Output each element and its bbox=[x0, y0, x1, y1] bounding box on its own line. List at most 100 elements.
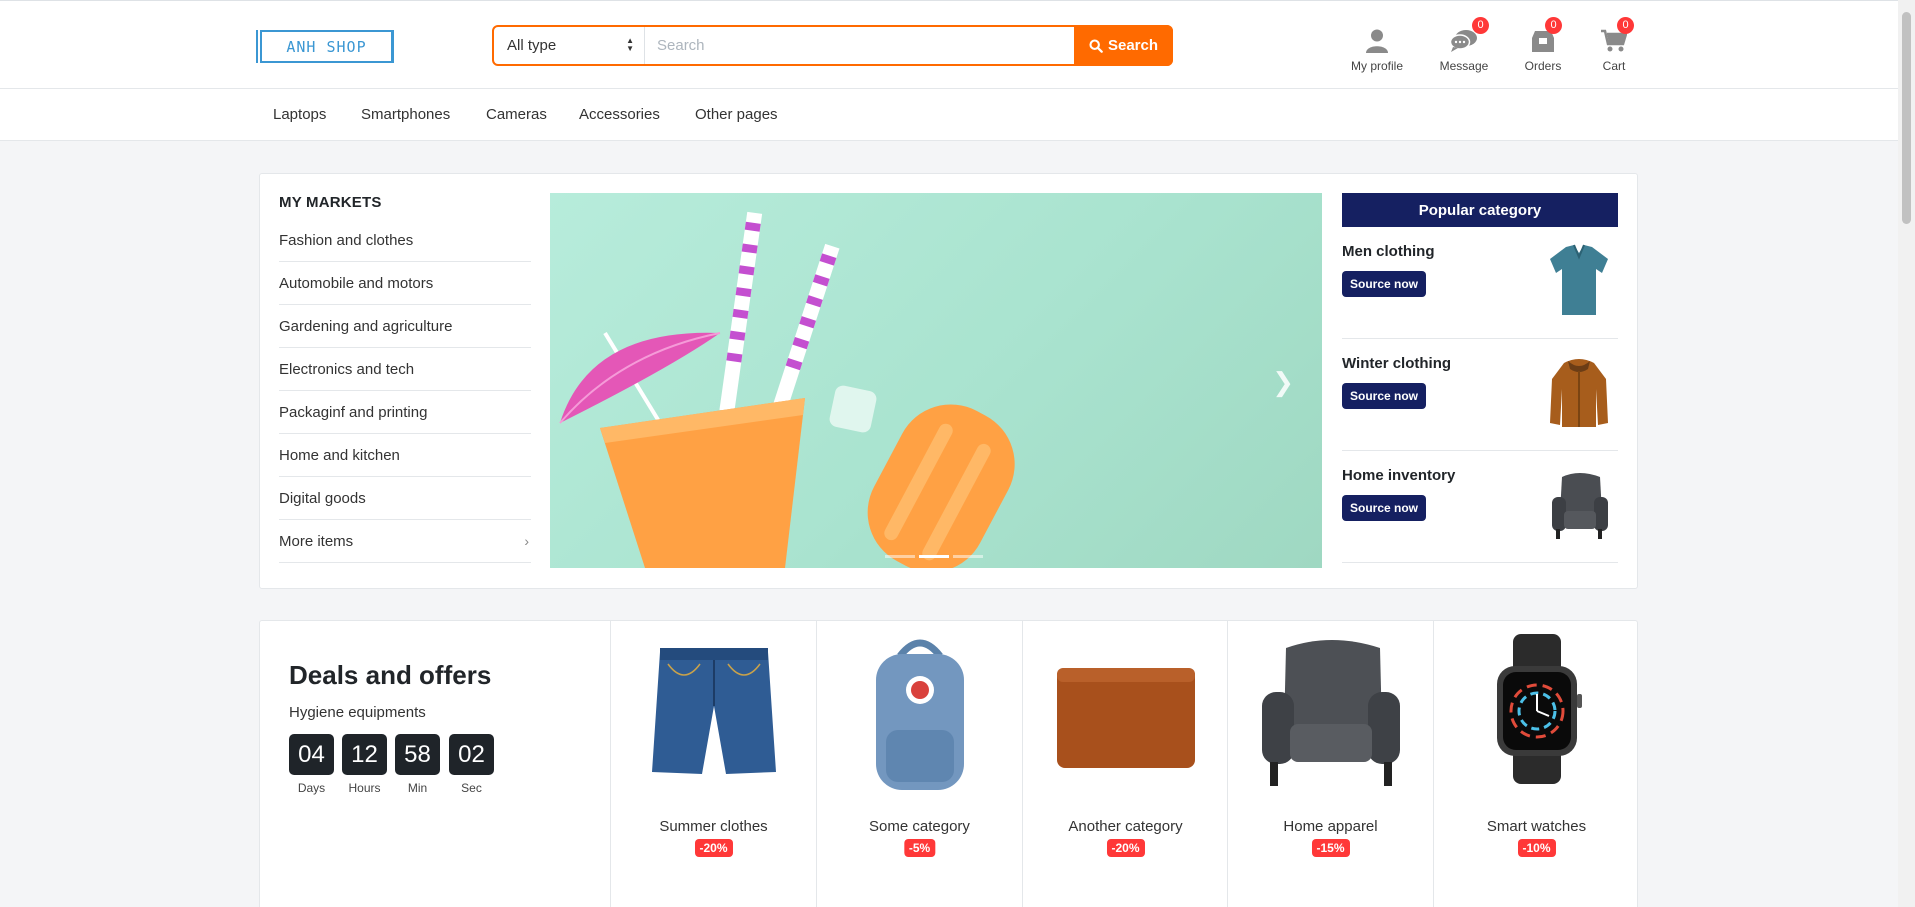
message-label: Message bbox=[1439, 59, 1489, 73]
main-nav: Laptops Smartphones Cameras Accessories … bbox=[0, 89, 1898, 141]
carousel-next-icon[interactable]: ❯ bbox=[1272, 367, 1294, 398]
message-badge: 0 bbox=[1472, 17, 1489, 34]
discount-badge: -15% bbox=[1311, 839, 1350, 857]
page-scrollbar[interactable] bbox=[1898, 0, 1915, 907]
cart-label: Cart bbox=[1602, 59, 1626, 73]
orders-label: Orders bbox=[1524, 59, 1562, 73]
markets-title: MY MARKETS bbox=[279, 194, 382, 211]
market-item-label: Automobile and motors bbox=[279, 274, 434, 292]
search-button[interactable]: Search bbox=[1074, 25, 1173, 66]
shorts-image bbox=[651, 648, 776, 774]
nav-smartphones[interactable]: Smartphones bbox=[361, 106, 450, 123]
deal-product-summer-clothes[interactable]: Summer clothes -20% bbox=[610, 620, 816, 907]
discount-badge: -20% bbox=[694, 839, 733, 857]
market-item-label: Digital goods bbox=[279, 489, 366, 507]
popular-item-name: Home inventory bbox=[1342, 467, 1456, 484]
deals-title: Deals and offers bbox=[289, 660, 492, 690]
market-item[interactable]: Electronics and tech bbox=[279, 348, 531, 391]
type-select[interactable]: All type ▲ ▼ bbox=[494, 27, 645, 64]
chevron-right-icon: › bbox=[524, 533, 529, 549]
orders-link[interactable]: 0 Orders bbox=[1508, 17, 1578, 73]
cart-link[interactable]: 0 Cart bbox=[1579, 17, 1649, 73]
hero-banner[interactable]: ❯ bbox=[550, 193, 1322, 568]
user-icon bbox=[1366, 29, 1388, 53]
market-item[interactable]: Digital goods bbox=[279, 477, 531, 520]
market-item-label: Fashion and clothes bbox=[279, 231, 414, 249]
market-item-label: Electronics and tech bbox=[279, 360, 415, 378]
product-name: Summer clothes bbox=[659, 818, 768, 835]
market-item-label: Gardening and agriculture bbox=[279, 317, 453, 335]
type-select-value: All type bbox=[507, 37, 557, 54]
discount-badge: -5% bbox=[903, 839, 936, 857]
smartwatch-image bbox=[1496, 634, 1582, 784]
popular-item-winter-clothing: Winter clothing Source now bbox=[1342, 339, 1618, 451]
nav-laptops[interactable]: Laptops bbox=[273, 106, 326, 123]
backpack-image bbox=[875, 639, 964, 790]
countdown-value: 58 bbox=[395, 734, 440, 775]
carousel-dot[interactable] bbox=[953, 555, 983, 558]
select-arrows-icon: ▲ ▼ bbox=[626, 36, 634, 53]
nav-cameras[interactable]: Cameras bbox=[486, 106, 547, 123]
deal-product-some-category[interactable]: Some category -5% bbox=[816, 620, 1022, 907]
market-item-more[interactable]: More items › bbox=[279, 520, 531, 563]
carousel-indicators bbox=[885, 555, 983, 558]
countdown-unit: Sec bbox=[461, 781, 482, 795]
scrollbar-thumb[interactable] bbox=[1902, 12, 1911, 224]
orders-badge: 0 bbox=[1545, 17, 1562, 34]
carousel-dot-active[interactable] bbox=[919, 555, 949, 558]
product-name: Another category bbox=[1068, 818, 1183, 835]
market-item[interactable]: Fashion and clothes bbox=[279, 219, 531, 262]
armchair-image bbox=[1552, 473, 1608, 539]
countdown-value: 02 bbox=[449, 734, 494, 775]
logo-text: ANH SHOP bbox=[286, 37, 367, 56]
countdown-value: 04 bbox=[289, 734, 334, 775]
product-name: Smart watches bbox=[1486, 818, 1587, 835]
search-button-label: Search bbox=[1107, 37, 1159, 54]
market-item-label: Home and kitchen bbox=[279, 446, 400, 464]
jacket-image bbox=[1550, 359, 1608, 427]
popular-item-men-clothing: Men clothing Source now bbox=[1342, 227, 1618, 339]
popular-item-name: Men clothing bbox=[1342, 243, 1435, 260]
deal-product-smart-watches[interactable]: Smart watches -10% bbox=[1433, 620, 1639, 907]
carousel-dot[interactable] bbox=[885, 555, 915, 558]
market-item[interactable]: Home and kitchen bbox=[279, 434, 531, 477]
deal-product-home-apparel[interactable]: Home apparel -15% bbox=[1227, 620, 1433, 907]
countdown-unit: Hours bbox=[348, 781, 381, 795]
banner-image bbox=[559, 211, 1015, 568]
search-bar: All type ▲ ▼ Search bbox=[492, 25, 1173, 66]
market-item-label: More items bbox=[279, 532, 354, 550]
message-icon bbox=[1450, 30, 1477, 52]
discount-badge: -10% bbox=[1517, 839, 1556, 857]
popular-category-title: Popular category bbox=[1342, 193, 1618, 227]
search-icon bbox=[1089, 38, 1103, 53]
deals-subtitle: Hygiene equipments bbox=[289, 704, 426, 721]
market-item[interactable]: Gardening and agriculture bbox=[279, 305, 531, 348]
countdown-unit: Min bbox=[407, 781, 428, 795]
search-input[interactable] bbox=[645, 27, 1074, 64]
discount-badge: -20% bbox=[1106, 839, 1145, 857]
my-profile-link[interactable]: My profile bbox=[1342, 27, 1412, 73]
armchair-image bbox=[1261, 640, 1400, 786]
source-now-button[interactable]: Source now bbox=[1342, 271, 1427, 297]
leather-sleeve-image bbox=[1056, 668, 1195, 768]
source-now-button[interactable]: Source now bbox=[1342, 383, 1427, 409]
logo[interactable]: ANH SHOP bbox=[256, 30, 394, 63]
countdown-value: 12 bbox=[342, 734, 387, 775]
nav-other-pages[interactable]: Other pages bbox=[695, 106, 778, 123]
countdown-unit: Days bbox=[297, 781, 326, 795]
deal-product-another-category[interactable]: Another category -20% bbox=[1022, 620, 1228, 907]
countdown-min: 58 Min bbox=[395, 734, 440, 795]
my-profile-label: My profile bbox=[1350, 59, 1403, 73]
popular-item-home-inventory: Home inventory Source now bbox=[1342, 451, 1618, 563]
source-now-button[interactable]: Source now bbox=[1342, 495, 1427, 521]
header: ANH SHOP All type ▲▼ Search My profile 0… bbox=[0, 0, 1898, 89]
popular-item-name: Winter clothing bbox=[1342, 355, 1452, 372]
message-link[interactable]: 0 Message bbox=[1429, 17, 1499, 73]
nav-accessories[interactable]: Accessories bbox=[579, 106, 660, 123]
product-name: Home apparel bbox=[1283, 818, 1378, 835]
cart-badge: 0 bbox=[1617, 17, 1634, 34]
market-item[interactable]: Automobile and motors bbox=[279, 262, 531, 305]
markets-list: Fashion and clothes Automobile and motor… bbox=[279, 219, 531, 563]
market-item[interactable]: Packaginf and printing bbox=[279, 391, 531, 434]
market-item-label: Packaginf and printing bbox=[279, 403, 428, 421]
